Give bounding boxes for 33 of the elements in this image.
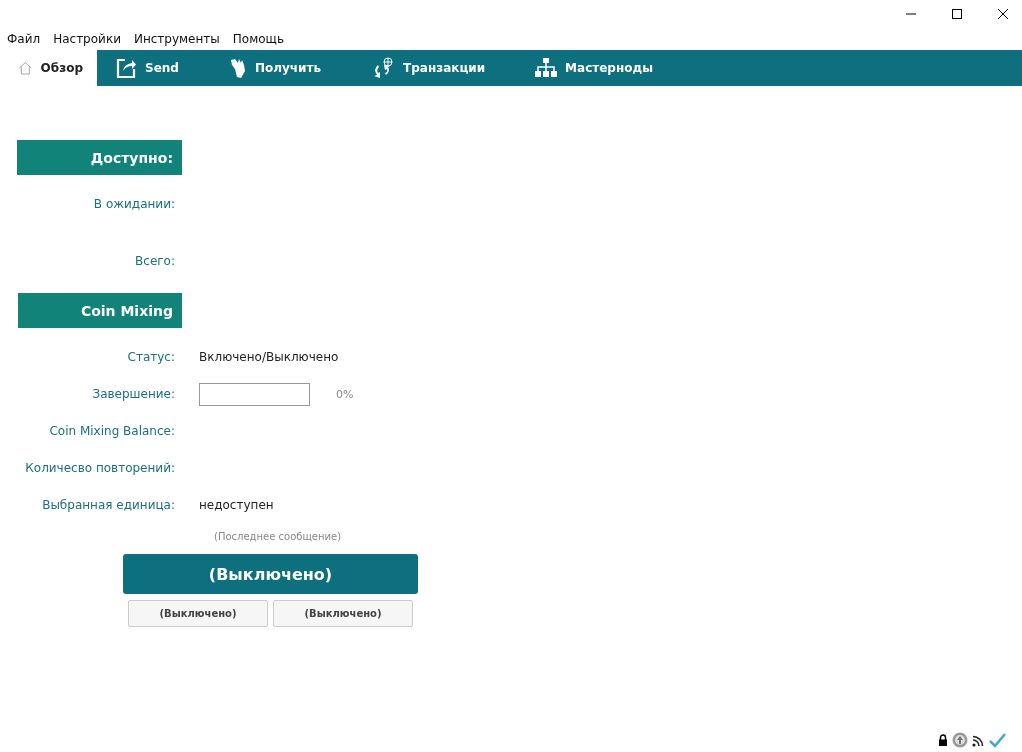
mixing-option-button[interactable]: (Выключено) bbox=[273, 600, 413, 627]
last-message: (Последнее сообщение) bbox=[214, 531, 342, 542]
hand-icon bbox=[228, 57, 247, 79]
checkmark-icon bbox=[989, 732, 1006, 748]
field-label: Количесво повторений: bbox=[24, 461, 175, 475]
nav-tab[interactable]: Транзакции bbox=[353, 50, 500, 86]
field-label: Выбранная единица: bbox=[41, 498, 175, 512]
menu-item[interactable]: Инструменты bbox=[133, 32, 220, 46]
status-value: Включено/Выключено bbox=[199, 350, 339, 364]
share-arrow-icon bbox=[115, 57, 137, 79]
lock-icon bbox=[938, 734, 948, 746]
section-header: Доступно: bbox=[17, 140, 182, 175]
network-icon bbox=[535, 58, 558, 78]
field-label: Всего: bbox=[134, 254, 175, 268]
field-label: Завершение: bbox=[91, 387, 175, 401]
menu-item[interactable]: Помощь bbox=[232, 32, 284, 46]
menu-item[interactable]: Настройки bbox=[53, 32, 121, 46]
nav-tab[interactable]: Мастерноды bbox=[517, 50, 668, 86]
maximize-icon[interactable] bbox=[952, 9, 962, 19]
mixing-toggle-button[interactable]: (Выключено) bbox=[123, 554, 418, 594]
field-label: Статус: bbox=[126, 350, 175, 364]
denomination-value: недоступен bbox=[199, 498, 274, 512]
mixing-option-button[interactable]: (Выключено) bbox=[128, 600, 268, 627]
section-header: Coin Mixing bbox=[18, 293, 182, 328]
menu-item[interactable]: Файл bbox=[7, 32, 41, 46]
nav-tab[interactable]: Получить bbox=[210, 50, 335, 86]
nav-tab[interactable]: Send bbox=[97, 50, 193, 86]
progress-reading: 0% bbox=[336, 387, 354, 401]
signal-icon bbox=[972, 733, 985, 747]
up-arrow-circle-icon bbox=[952, 732, 968, 748]
field-label: Coin Mixing Balance: bbox=[48, 424, 175, 438]
field-label: В ожидании: bbox=[92, 197, 175, 211]
close-icon[interactable] bbox=[998, 9, 1008, 19]
